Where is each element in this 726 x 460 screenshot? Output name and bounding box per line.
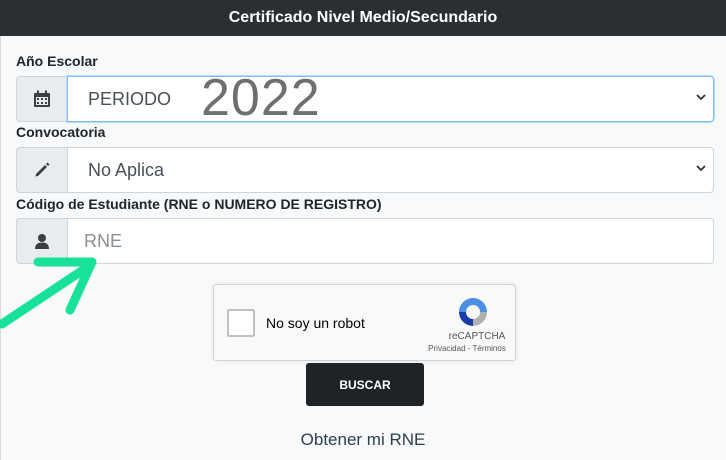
convocatoria-select-group[interactable]: No Aplica bbox=[16, 147, 714, 193]
chevron-down-icon bbox=[696, 94, 706, 101]
convocatoria-label: Convocatoria bbox=[16, 124, 106, 140]
pencil-icon bbox=[35, 162, 50, 177]
year-addon bbox=[16, 76, 67, 122]
recaptcha-label: No soy un robot bbox=[266, 315, 365, 331]
year-label: Año Escolar bbox=[16, 53, 98, 69]
year-select-value: PERIODO bbox=[88, 88, 172, 109]
student-code-group[interactable]: RNE bbox=[16, 218, 714, 264]
recaptcha-brand: reCAPTCHA bbox=[448, 331, 506, 342]
panel-border bbox=[0, 36, 1, 460]
year-overlay-text: 2022 bbox=[201, 69, 321, 127]
page-title: Certificado Nivel Medio/Secundario bbox=[228, 9, 498, 26]
student-code-input[interactable]: RNE bbox=[67, 218, 714, 264]
calendar-icon bbox=[34, 90, 50, 107]
search-button[interactable]: BUSCAR bbox=[306, 363, 424, 406]
pointer-arrow-icon bbox=[0, 257, 97, 329]
chevron-down-icon bbox=[696, 165, 706, 172]
student-code-label: Código de Estudiante (RNE o NUMERO DE RE… bbox=[16, 196, 382, 212]
student-code-placeholder: RNE bbox=[84, 230, 123, 251]
convocatoria-select[interactable]: No Aplica bbox=[67, 147, 714, 193]
get-rne-link[interactable]: Obtener mi RNE bbox=[0, 430, 726, 450]
recaptcha-privacy-links[interactable]: Privacidad - Términos bbox=[420, 344, 514, 353]
convocatoria-select-value: No Aplica bbox=[88, 159, 165, 180]
user-icon bbox=[35, 234, 49, 249]
page-header: Certificado Nivel Medio/Secundario bbox=[0, 0, 726, 36]
search-button-label: BUSCAR bbox=[339, 377, 391, 392]
convocatoria-addon bbox=[16, 147, 67, 193]
recaptcha-widget: No soy un robot reCAPTCHA Privacidad - T… bbox=[213, 284, 516, 361]
year-select[interactable]: PERIODO bbox=[67, 76, 714, 122]
recaptcha-checkbox[interactable] bbox=[227, 309, 255, 337]
year-select-group[interactable]: PERIODO bbox=[16, 76, 714, 122]
recaptcha-logo-icon bbox=[459, 298, 487, 326]
